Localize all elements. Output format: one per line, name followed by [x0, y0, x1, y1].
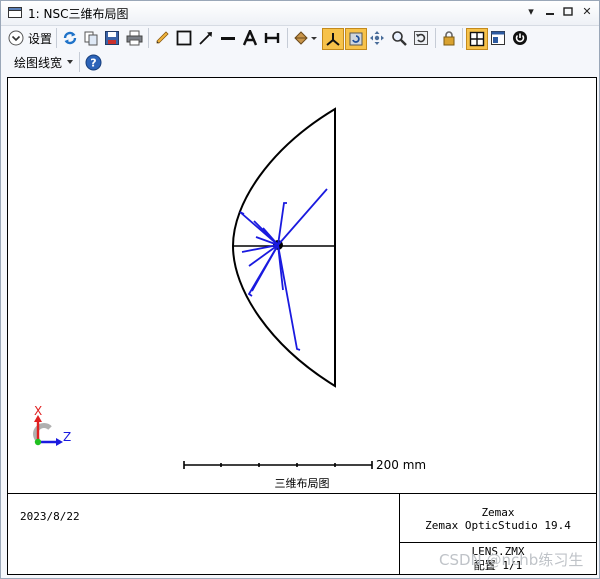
scale-label: 200 mm [376, 458, 426, 472]
dropdown-arrow-icon[interactable]: ▾ [522, 4, 540, 20]
pan-icon[interactable] [368, 29, 386, 47]
layout-plot[interactable]: X Z 200 mm [7, 77, 597, 476]
print-icon[interactable] [125, 29, 143, 47]
arrow-line-icon[interactable] [197, 29, 215, 47]
power-icon[interactable] [511, 29, 529, 47]
footer-divider [400, 542, 596, 543]
date-label: 2023/8/22 [20, 510, 80, 523]
text-tool-icon[interactable] [241, 29, 259, 47]
main-toolbar: 设置 [1, 25, 599, 51]
pencil-icon[interactable] [153, 29, 171, 47]
svg-text:?: ? [90, 56, 96, 69]
scale-bar [183, 461, 373, 469]
refresh-icon[interactable] [61, 29, 79, 47]
copy-icon[interactable] [82, 29, 100, 47]
help-icon[interactable]: ? [84, 53, 102, 71]
axis-indicator: X Z [33, 404, 71, 446]
chevron-down-icon[interactable] [65, 55, 75, 69]
auto-rotate-button[interactable] [345, 28, 367, 50]
title-bar[interactable]: 1: NSC三维布局图 ▾ ✕ [1, 1, 599, 26]
axis-view-button[interactable] [322, 28, 344, 50]
dimension-icon[interactable] [263, 29, 281, 47]
rotate-view-dropdown-icon[interactable] [292, 29, 318, 47]
ray [277, 244, 301, 351]
lock-icon[interactable] [440, 29, 458, 47]
toolbar-separator [148, 28, 149, 48]
rectangle-icon[interactable] [175, 29, 193, 47]
plot-title: 三维布局图 [7, 475, 597, 494]
window-icon [8, 7, 22, 18]
toolbar-separator [435, 28, 436, 48]
close-button[interactable]: ✕ [578, 4, 596, 20]
toolbar-separator [56, 28, 57, 48]
ray [277, 188, 328, 246]
reset-view-icon[interactable] [412, 29, 430, 47]
settings-expand-icon[interactable] [7, 29, 25, 47]
watermark: CSDN @nchb练习生 [439, 551, 584, 569]
nsc-layout-window: 1: NSC三维布局图 ▾ ✕ 设置 绘图线宽 ? X Z 200 mm 三维布… [0, 0, 600, 579]
axis-x-label: X [34, 404, 42, 418]
toolbar-separator [462, 28, 463, 48]
line-icon[interactable] [219, 29, 237, 47]
company-label: Zemax [481, 506, 515, 519]
toolbar-separator [287, 28, 288, 48]
ray [247, 244, 279, 297]
save-icon[interactable] [103, 29, 121, 47]
line-width-dropdown[interactable]: 绘图线宽 [14, 53, 62, 71]
window-layout-icon[interactable] [489, 29, 507, 47]
secondary-toolbar: 绘图线宽 ? [1, 51, 599, 73]
settings-button[interactable]: 设置 [28, 30, 52, 46]
axis-z-label: Z [63, 430, 71, 444]
reflector-outline [231, 107, 336, 388]
ray-bundle [239, 188, 328, 351]
layout-canvas: X Z 200 mm [33, 107, 426, 472]
zoom-icon[interactable] [390, 29, 408, 47]
window-title: 1: NSC三维布局图 [28, 7, 129, 21]
minimize-button[interactable] [541, 4, 559, 20]
maximize-button[interactable] [559, 4, 577, 20]
toolbar-separator [79, 52, 80, 72]
product-label: Zemax OpticStudio 19.4 [425, 519, 571, 532]
crosshair-window-button[interactable] [466, 28, 488, 50]
